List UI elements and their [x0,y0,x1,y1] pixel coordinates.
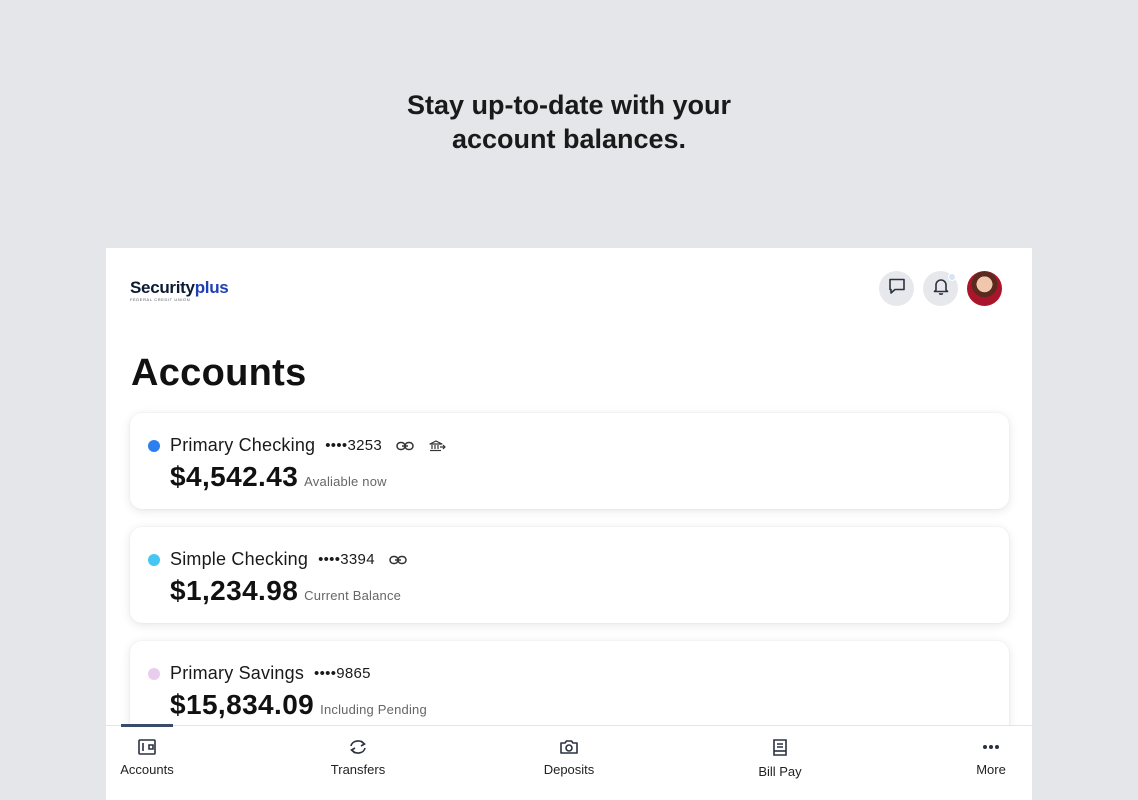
nav-transfers[interactable]: Transfers [313,738,403,777]
chat-button[interactable] [879,271,914,306]
bottom-nav: Accounts Transfers Deposits Bill Pay Mor… [106,724,1032,800]
account-name: Primary Savings [170,663,305,683]
account-card-simple-checking[interactable]: Simple Checking ••••3394 $1,234.98 Curre… [130,527,1009,623]
nav-deposits-label: Deposits [543,762,595,777]
camera-icon [559,738,579,756]
headline-line-1: Stay up-to-date with your [407,90,731,120]
account-balance: $15,834.09 [170,689,315,720]
wallet-icon [137,738,157,756]
account-number: ••••9865 [314,665,371,682]
account-balance: $4,542.43 [170,461,299,492]
avatar[interactable] [967,271,1002,306]
nav-more[interactable]: More [946,738,1032,777]
account-color-dot [148,667,160,680]
app-window: Securityplus FEDERAL CREDIT UNION Accoun… [106,248,1032,800]
account-number: ••••3253 [325,437,383,454]
nav-more-label: More [976,762,1006,777]
link-icon [389,554,407,566]
account-color-dot [148,553,160,566]
nav-accounts[interactable]: Accounts [106,738,192,777]
nav-billpay-label: Bill Pay [758,764,802,779]
brand-name-part1: Security [130,278,195,297]
balance-label: Avaliable now [304,474,387,489]
bill-icon [770,738,790,758]
bell-icon [931,276,951,301]
brand-name-part2: plus [194,278,229,297]
active-tab-indicator [121,724,173,727]
account-card-primary-savings[interactable]: Primary Savings ••••9865 $15,834.09 Incl… [130,641,1009,737]
link-icon [396,440,414,452]
notifications-button[interactable] [923,271,958,306]
headline-line-2: account balances. [451,124,687,154]
nav-deposits[interactable]: Deposits [524,738,614,777]
accounts-list: Primary Checking ••••3253 $4,542.43 Aval… [130,413,1009,755]
account-name: Primary Checking [170,435,316,455]
headline: Stay up-to-date with your account balanc… [0,88,1138,156]
nav-billpay[interactable]: Bill Pay [735,738,825,779]
balance-label: Current Balance [304,588,402,603]
bank-transfer-icon [428,439,446,453]
brand-logo: Securityplus FEDERAL CREDIT UNION [130,278,229,302]
account-name: Simple Checking [170,549,309,569]
more-dots-icon [981,738,1001,756]
account-color-dot [148,439,160,452]
notification-badge [948,273,956,281]
balance-label: Including Pending [320,702,427,717]
transfer-arrows-icon [347,738,369,756]
nav-accounts-label: Accounts [120,762,174,777]
page-title: Accounts [131,352,307,394]
account-card-primary-checking[interactable]: Primary Checking ••••3253 $4,542.43 Aval… [130,413,1009,509]
nav-transfers-label: Transfers [330,762,386,777]
account-balance: $1,234.98 [170,575,299,606]
header-actions [879,271,1002,306]
account-number: ••••3394 [318,551,375,568]
brand-name: Securityplus [130,278,229,298]
chat-icon [887,276,907,301]
